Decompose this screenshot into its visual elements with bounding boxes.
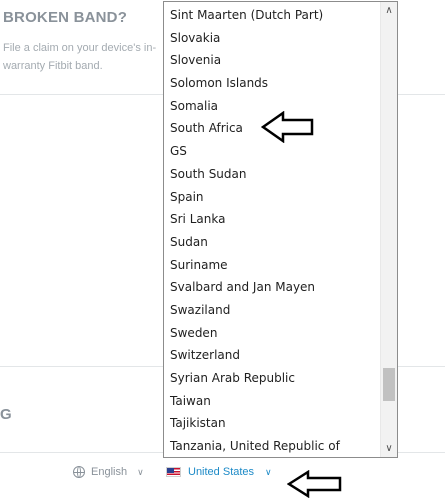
country-option[interactable]: Sint Maarten (Dutch Part): [164, 4, 380, 27]
country-label: United States: [188, 466, 255, 478]
partial-section-heading: G: [0, 406, 12, 423]
country-option[interactable]: Solomon Islands: [164, 72, 380, 95]
country-option[interactable]: Tanzania, United Republic of: [164, 435, 380, 457]
country-option[interactable]: Suriname: [164, 254, 380, 277]
us-flag-icon: [166, 467, 181, 477]
left-arrow-icon: [261, 111, 314, 143]
promo-title: BROKEN BAND?: [3, 9, 128, 26]
language-label: English: [91, 466, 128, 478]
country-option[interactable]: Sudan: [164, 231, 380, 254]
country-option[interactable]: Sweden: [164, 322, 380, 345]
chevron-down-icon: ∨: [137, 466, 144, 477]
country-dropdown-list[interactable]: Sint Maarten (Dutch Part) Slovakia Slove…: [163, 1, 398, 458]
language-selector[interactable]: English ∨: [73, 466, 144, 478]
globe-icon: [73, 466, 85, 478]
country-option[interactable]: Sri Lanka: [164, 208, 380, 231]
country-option[interactable]: Tajikistan: [164, 412, 380, 435]
country-option[interactable]: Switzerland: [164, 344, 380, 367]
scroll-down-arrow-icon[interactable]: ∨: [381, 440, 397, 457]
list-scrollbar[interactable]: ∧ ∨: [380, 2, 397, 457]
country-option[interactable]: Slovakia: [164, 27, 380, 50]
promo-description: File a claim on your device's in-warrant…: [3, 42, 157, 72]
country-option[interactable]: GS: [164, 140, 380, 163]
country-option[interactable]: Syrian Arab Republic: [164, 367, 380, 390]
country-option[interactable]: Swaziland: [164, 299, 380, 322]
country-option[interactable]: Taiwan: [164, 390, 380, 413]
scrollbar-thumb[interactable]: [383, 368, 395, 401]
country-option[interactable]: Spain: [164, 186, 380, 209]
country-selector[interactable]: United States ∨: [166, 466, 272, 478]
country-option[interactable]: Slovenia: [164, 49, 380, 72]
left-arrow-icon: [287, 470, 342, 498]
chevron-down-icon: ∨: [265, 466, 272, 477]
country-options: Sint Maarten (Dutch Part) Slovakia Slove…: [164, 2, 380, 457]
scroll-up-arrow-icon[interactable]: ∧: [381, 2, 397, 19]
country-option[interactable]: Svalbard and Jan Mayen: [164, 276, 380, 299]
country-option[interactable]: South Sudan: [164, 163, 380, 186]
